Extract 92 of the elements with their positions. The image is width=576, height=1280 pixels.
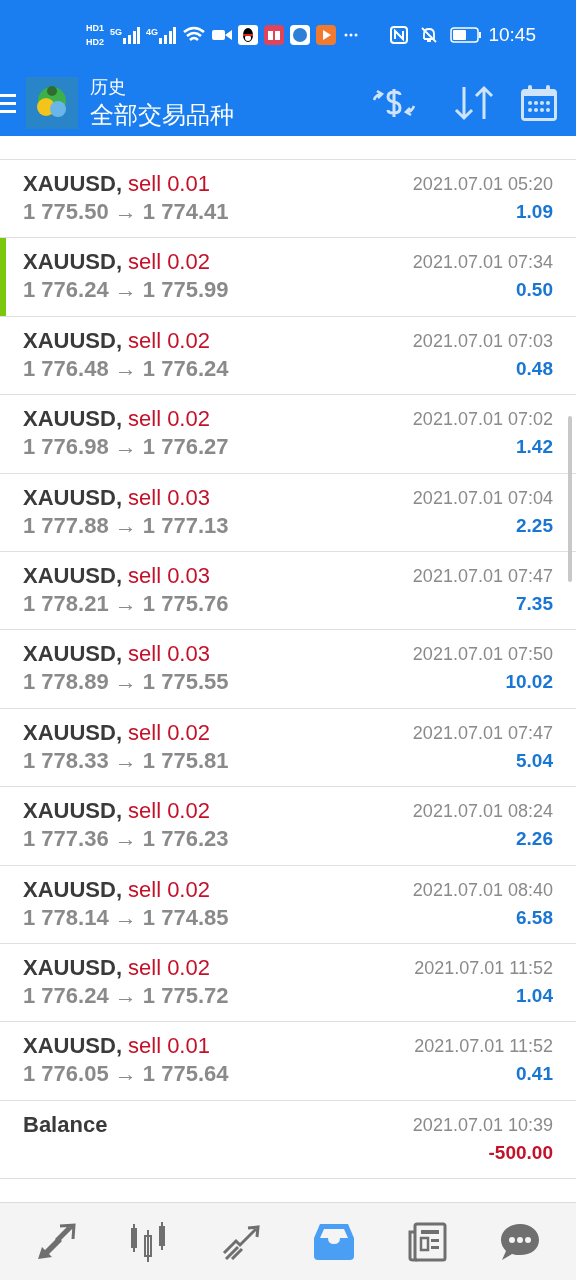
play-app-icon [316,25,337,45]
video-camera-icon [212,28,233,42]
nfc-icon [390,26,409,44]
symbol-label: XAUUSD, [23,248,122,277]
menu-icon[interactable] [0,91,16,115]
price-range: 1 777.36 → 1 776.23 [23,825,229,854]
order-label: sell 0.03 [128,483,210,512]
signal-icon [158,26,177,44]
sim-label: HD2 [86,36,104,49]
symbol-label: XAUUSD, [23,561,122,590]
penguin-app-icon [238,25,259,45]
order-label: sell 0.02 [128,797,210,826]
symbol-label: XAUUSD, [23,405,122,434]
order-label: sell 0.02 [128,953,210,982]
globe-app-icon [290,25,311,45]
sort-icon[interactable] [454,85,494,121]
deal-time: 2021.07.01 07:02 [412,408,553,432]
profit-value: 7.35 [516,591,553,616]
price-range: 1 776.24 → 1 775.99 [23,276,229,305]
symbol-label: XAUUSD, [23,326,122,355]
symbol-label: XAUUSD, [23,953,122,982]
profit-value: 5.04 [516,748,553,773]
price-range: 1 778.21 → 1 775.76 [23,589,229,618]
profit-value: 0.48 [516,356,553,381]
price-range: 1 776.05 → 1 775.64 [23,1060,229,1089]
deal-time: 2021.07.01 11:52 [414,1035,553,1059]
price-range: 1 777.88 → 1 777.13 [23,511,229,540]
deal-time: 2021.07.01 05:20 [412,173,553,196]
currency-exchange-icon[interactable] [372,86,416,120]
price-range: 1 778.14 → 1 774.85 [23,903,229,932]
book-app-icon [264,25,285,45]
sim-label: HD1 [86,22,104,35]
trend-arrow-icon [221,1222,262,1261]
symbol-label: XAUUSD, [23,170,122,198]
profit-value: 1.09 [516,200,553,224]
deal-time: 2021.07.01 08:40 [412,878,553,902]
order-label: sell 0.01 [128,1032,210,1061]
battery-icon [450,27,483,43]
deal-time: 2021.07.01 08:24 [412,800,553,824]
clock-time: 10:45 [488,22,536,47]
price-range: 1 778.33 → 1 775.81 [23,746,229,775]
deal-time: 2021.07.01 11:52 [414,956,553,980]
deal-time: 2021.07.01 07:03 [412,329,553,353]
signal-icon [122,26,141,44]
network-label: 5G [110,26,123,39]
price-range: 1 776.98 → 1 776.27 [23,433,229,462]
symbol-label: XAUUSD, [23,797,122,826]
profit-value: -500.00 [488,1140,553,1165]
profit-value: 1.42 [516,435,553,460]
profit-value: 6.58 [516,905,553,930]
symbol-label: XAUUSD, [23,875,122,904]
profit-value: 10.02 [505,670,553,695]
order-label: sell 0.03 [128,561,210,590]
app-logo-icon [26,77,78,129]
deal-time: 2021.07.01 10:39 [412,1113,553,1137]
deal-time: 2021.07.01 07:47 [412,721,553,745]
order-label: sell 0.02 [128,248,210,277]
screen-title: 历史 [90,76,127,99]
symbol-filter[interactable]: 全部交易品种 [90,99,234,131]
more-icon [344,33,359,37]
profit-value: 0.50 [516,278,553,303]
deal-time: 2021.07.01 07:47 [412,564,553,588]
symbol-label: XAUUSD, [23,1032,122,1061]
price-range: 1 778.89 → 1 775.55 [23,668,229,697]
newspaper-icon [406,1221,447,1262]
order-label: sell 0.02 [128,405,210,434]
deal-time: 2021.07.01 07:34 [412,251,553,275]
price-range: 1 776.48 → 1 776.24 [23,354,229,383]
profit-value: 1.04 [516,983,553,1008]
price-range: 1 775.50 → 1 774.41 [23,198,229,226]
chat-bubble-icon [499,1221,540,1262]
symbol-label: XAUUSD, [23,718,122,747]
order-label: sell 0.02 [128,875,210,904]
balance-label: Balance [23,1110,108,1139]
muted-bell-icon [420,26,439,44]
network-label: 4G [146,26,159,39]
profit-value: 0.41 [516,1062,553,1087]
order-label: sell 0.03 [128,640,210,669]
double-arrow-icon [36,1222,77,1261]
deal-time: 2021.07.01 07:04 [412,486,553,510]
deal-time: 2021.07.01 07:50 [412,643,553,667]
order-label: sell 0.02 [128,326,210,355]
order-label: sell 0.01 [128,170,210,198]
profit-value: 2.26 [516,827,553,852]
scrollbar-thumb[interactable] [568,416,572,582]
order-label: sell 0.02 [128,718,210,747]
price-range: 1 776.24 → 1 775.72 [23,981,229,1010]
calendar-icon[interactable] [520,84,558,122]
trade-row[interactable]: XAUUSD, sell 0.02 1 776.24 → 1 775.99 2021.07.01 07:34 0.50 [0,238,576,317]
profit-value: 2.25 [516,513,553,538]
symbol-label: XAUUSD, [23,483,122,512]
symbol-label: XAUUSD, [23,640,122,669]
